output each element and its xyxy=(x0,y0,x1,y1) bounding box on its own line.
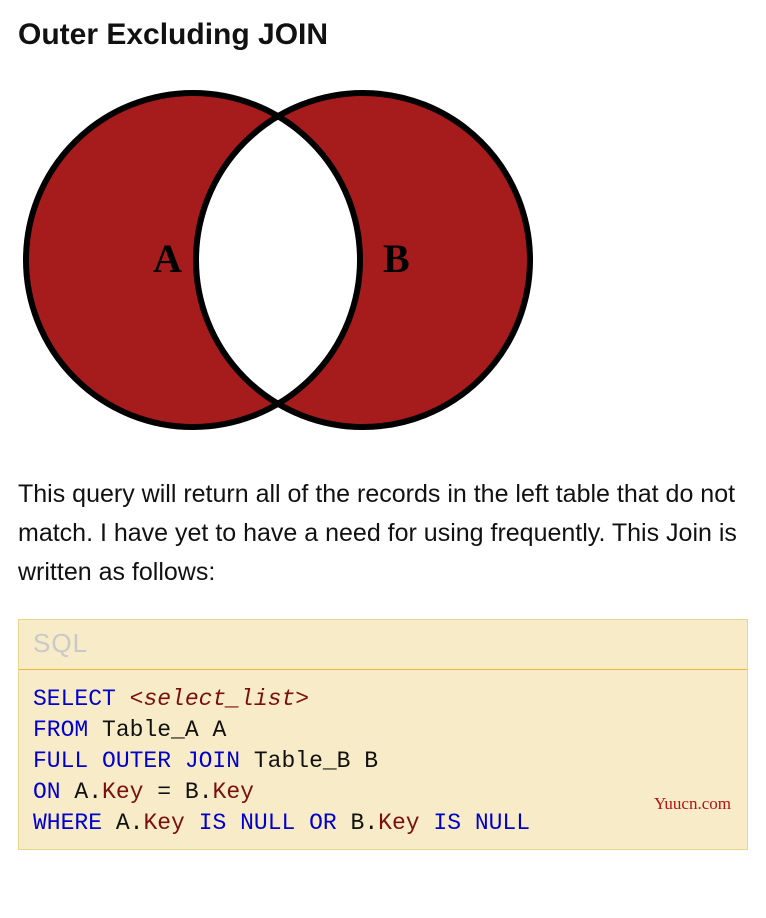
dot: . xyxy=(88,779,102,805)
code-body: SELECT <select_list> FROM Table_A A FULL… xyxy=(19,670,747,849)
venn-svg: A B xyxy=(18,80,533,440)
select-list: <select_list> xyxy=(130,686,309,712)
isnull2: IS NULL xyxy=(433,810,530,836)
venn-diagram: A B xyxy=(18,80,748,445)
venn-label-a: A xyxy=(153,236,182,281)
bkey2: Key xyxy=(378,810,419,836)
dot4: . xyxy=(364,810,378,836)
kw-select: SELECT xyxy=(33,686,116,712)
kw-or: OR xyxy=(309,810,337,836)
dot2: . xyxy=(199,779,213,805)
code-card: SQL SELECT <select_list> FROM Table_A A … xyxy=(18,619,748,850)
eq: = xyxy=(143,779,184,805)
b2: B xyxy=(351,810,365,836)
dot3: . xyxy=(130,810,144,836)
kw-on: ON xyxy=(33,779,61,805)
bkey1: Key xyxy=(213,779,254,805)
venn-label-b: B xyxy=(383,236,410,281)
a2: A xyxy=(116,810,130,836)
table-b: Table_B B xyxy=(254,748,378,774)
kw-from: FROM xyxy=(33,717,88,743)
watermark: Yuucn.com xyxy=(654,793,731,816)
akey2: Key xyxy=(143,810,184,836)
akey1: Key xyxy=(102,779,143,805)
isnull1: IS NULL xyxy=(199,810,296,836)
table-a: Table_A A xyxy=(102,717,226,743)
description-text: This query will return all of the record… xyxy=(18,475,748,591)
a1: A xyxy=(74,779,88,805)
kw-full-outer-join: FULL OUTER JOIN xyxy=(33,748,240,774)
page-title: Outer Excluding JOIN xyxy=(18,18,748,52)
code-language-label: SQL xyxy=(19,620,747,670)
b1: B xyxy=(185,779,199,805)
kw-where: WHERE xyxy=(33,810,102,836)
